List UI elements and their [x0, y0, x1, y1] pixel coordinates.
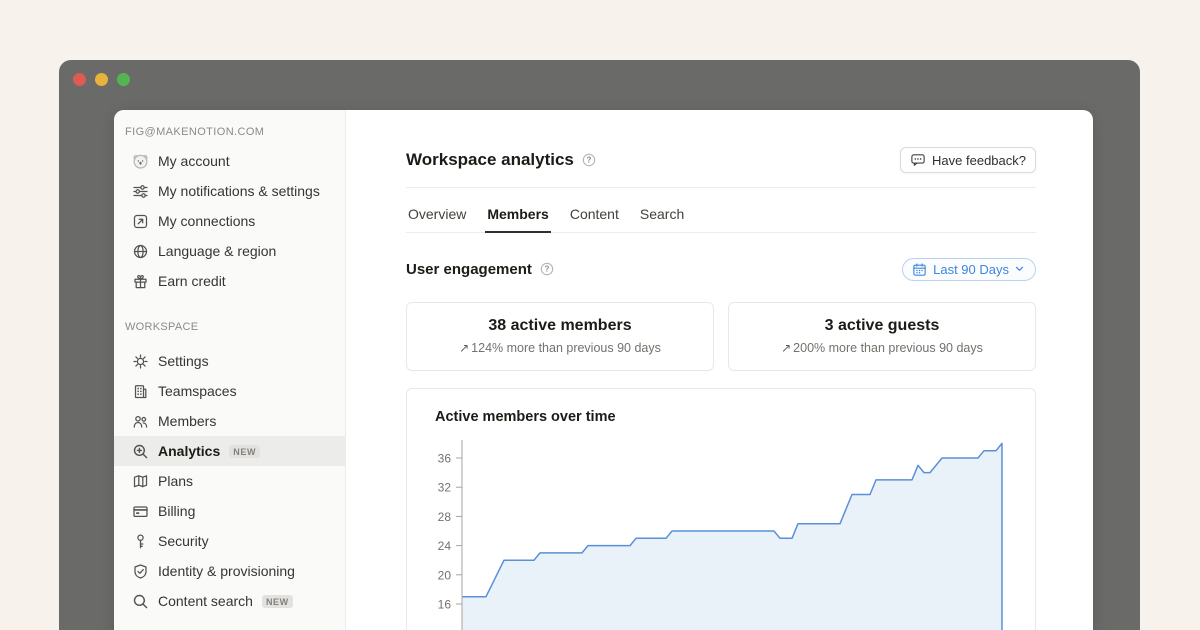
- sidebar-item-language-region[interactable]: Language & region: [114, 236, 345, 266]
- active-members-chart-card: Active members over time 16 20 24 28 32 36: [406, 388, 1036, 630]
- sidebar-item-settings[interactable]: Settings: [114, 346, 345, 376]
- date-range-button[interactable]: Last 90 Days: [902, 258, 1036, 281]
- sidebar-item-members[interactable]: Members: [114, 406, 345, 436]
- sidebar-item-billing[interactable]: Billing: [114, 496, 345, 526]
- stat-delta-text: 124% more than previous 90 days: [471, 341, 661, 355]
- page-header: Workspace analytics ?: [406, 148, 1036, 172]
- window-controls: [73, 73, 130, 86]
- trend-up-icon: ↗: [781, 341, 791, 355]
- gift-icon: [132, 273, 149, 290]
- sidebar-section-workspace: WORKSPACE: [114, 320, 345, 334]
- tab-content[interactable]: Content: [568, 199, 621, 233]
- globe-icon: [132, 243, 149, 260]
- active-guests-card: 3 active guests ↗200% more than previous…: [728, 302, 1036, 371]
- building-icon: [132, 383, 149, 400]
- date-range-label: Last 90 Days: [933, 262, 1009, 277]
- chart-title: Active members over time: [435, 408, 1035, 426]
- header-divider: [406, 187, 1036, 188]
- sidebar-item-teamspaces[interactable]: Teamspaces: [114, 376, 345, 406]
- trend-up-icon: ↗: [459, 341, 469, 355]
- sidebar-item-security[interactable]: Security: [114, 526, 345, 556]
- sidebar-item-content-search[interactable]: Content search NEW: [114, 586, 345, 616]
- active-members-card: 38 active members ↗124% more than previo…: [406, 302, 714, 371]
- sidebar-item-label: Identity & provisioning: [158, 561, 295, 581]
- tab-search[interactable]: Search: [638, 199, 686, 233]
- sidebar-item-my-notifications[interactable]: My notifications & settings: [114, 176, 345, 206]
- svg-text:32: 32: [438, 481, 452, 495]
- account-email: FIG@MAKENOTION.COM: [114, 125, 345, 139]
- sidebar-item-label: Language & region: [158, 241, 276, 261]
- sidebar-item-identity-provisioning[interactable]: Identity & provisioning: [114, 556, 345, 586]
- chevron-down-icon: [1015, 266, 1024, 272]
- sidebar-item-label: My connections: [158, 211, 255, 231]
- tab-overview[interactable]: Overview: [406, 199, 468, 233]
- section-title: User engagement: [406, 261, 532, 278]
- sidebar-item-label: Settings: [158, 351, 209, 371]
- arrow-box-icon: [132, 213, 149, 230]
- sidebar-item-earn-credit[interactable]: Earn credit: [114, 266, 345, 296]
- sidebar-item-label: My account: [158, 151, 230, 171]
- new-badge: NEW: [262, 595, 293, 608]
- settings-sidebar: FIG@MAKENOTION.COM My account: [114, 110, 346, 630]
- svg-text:28: 28: [438, 510, 452, 524]
- sidebar-item-label: Plans: [158, 471, 193, 491]
- calendar-icon: [912, 262, 927, 277]
- minimize-window-button[interactable]: [95, 73, 108, 86]
- svg-text:24: 24: [438, 539, 452, 553]
- analytics-main: Workspace analytics ?: [346, 110, 1093, 630]
- close-window-button[interactable]: [73, 73, 86, 86]
- svg-text:?: ?: [586, 156, 591, 165]
- settings-panel: FIG@MAKENOTION.COM My account: [114, 110, 1093, 630]
- sidebar-item-my-account[interactable]: My account: [114, 146, 345, 176]
- sidebar-item-label: My notifications & settings: [158, 181, 320, 201]
- analytics-tabs: Overview Members Content Search: [406, 199, 1036, 233]
- sidebar-item-label: Security: [158, 531, 209, 551]
- sidebar-item-analytics[interactable]: Analytics NEW: [114, 436, 345, 466]
- sidebar-item-label: Analytics: [158, 441, 220, 461]
- shield-check-icon: [132, 563, 149, 580]
- sidebar-item-my-connections[interactable]: My connections: [114, 206, 345, 236]
- magnifier-plus-icon: [132, 443, 149, 460]
- have-feedback-button[interactable]: Have feedback?: [900, 147, 1036, 173]
- sliders-icon: [132, 183, 149, 200]
- help-icon[interactable]: ?: [582, 153, 596, 167]
- app-window: FIG@MAKENOTION.COM My account: [59, 60, 1140, 630]
- user-engagement-header: User engagement ?: [406, 256, 1036, 282]
- stat-value: 38 active members: [407, 316, 713, 335]
- stat-cards: 38 active members ↗124% more than previo…: [406, 302, 1036, 371]
- new-badge: NEW: [229, 445, 260, 458]
- sidebar-item-label: Earn credit: [158, 271, 226, 291]
- sidebar-item-label: Members: [158, 411, 216, 431]
- sidebar-item-plans[interactable]: Plans: [114, 466, 345, 496]
- sidebar-item-label: Content search: [158, 591, 253, 611]
- feedback-bubble-icon: [910, 152, 926, 168]
- magnifier-icon: [132, 593, 149, 610]
- credit-card-icon: [132, 503, 149, 520]
- svg-text:?: ?: [544, 265, 549, 274]
- avatar-icon: [132, 153, 149, 170]
- page-title: Workspace analytics: [406, 150, 574, 170]
- stat-delta-text: 200% more than previous 90 days: [793, 341, 983, 355]
- svg-text:16: 16: [438, 598, 452, 612]
- sidebar-item-label: Teamspaces: [158, 381, 237, 401]
- svg-text:36: 36: [438, 452, 452, 466]
- tab-members[interactable]: Members: [485, 199, 550, 233]
- feedback-button-label: Have feedback?: [932, 153, 1026, 168]
- svg-text:20: 20: [438, 568, 452, 582]
- map-icon: [132, 473, 149, 490]
- help-icon[interactable]: ?: [540, 262, 554, 276]
- members-chart-svg: 16 20 24 28 32 36: [435, 432, 1035, 630]
- stat-value: 3 active guests: [729, 316, 1035, 335]
- people-icon: [132, 413, 149, 430]
- sidebar-item-label: Billing: [158, 501, 195, 521]
- key-icon: [132, 533, 149, 550]
- zoom-window-button[interactable]: [117, 73, 130, 86]
- gear-icon: [132, 353, 149, 370]
